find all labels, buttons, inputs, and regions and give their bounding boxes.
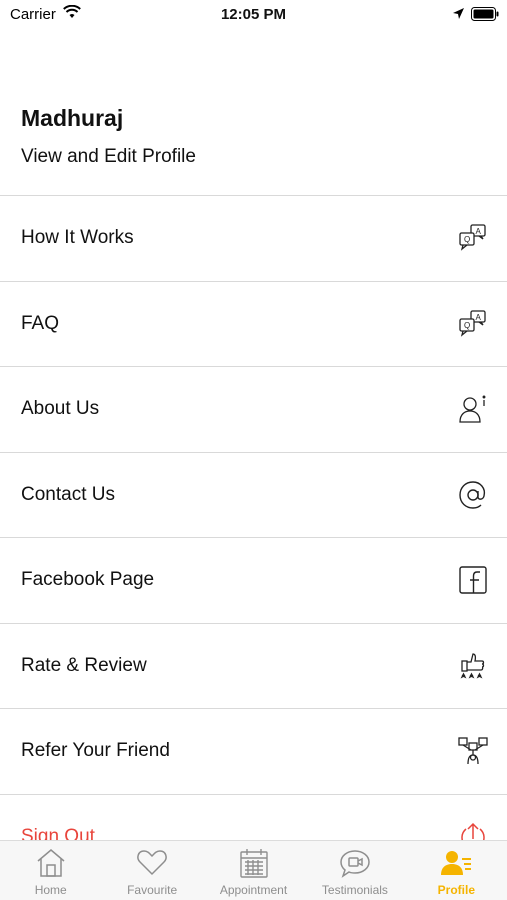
menu-item-label: Refer Your Friend bbox=[21, 740, 170, 762]
location-arrow-icon bbox=[452, 7, 465, 25]
menu-item-how-it-works[interactable]: How It Works AQ bbox=[0, 195, 507, 281]
tab-bar: Home Favourite Appointment Testimonials … bbox=[0, 840, 507, 900]
sign-out-icon bbox=[457, 821, 489, 841]
tab-label: Appointment bbox=[219, 883, 288, 897]
status-time: 12:05 PM bbox=[220, 6, 287, 23]
battery-icon bbox=[471, 7, 499, 26]
tab-favourite[interactable]: Favourite bbox=[101, 841, 202, 900]
svg-text:Q: Q bbox=[464, 321, 470, 330]
person-info-icon bbox=[457, 393, 489, 425]
calendar-icon bbox=[237, 847, 271, 879]
menu-item-refer-friend[interactable]: Refer Your Friend bbox=[0, 708, 507, 794]
menu-item-facebook-page[interactable]: Facebook Page bbox=[0, 537, 507, 623]
view-edit-profile-link[interactable]: View and Edit Profile bbox=[21, 146, 486, 168]
tab-label: Testimonials bbox=[321, 883, 388, 897]
profile-icon bbox=[439, 847, 473, 879]
menu-item-about-us[interactable]: About Us bbox=[0, 366, 507, 452]
at-sign-icon bbox=[457, 479, 489, 511]
svg-text:A: A bbox=[476, 227, 482, 236]
tab-label: Favourite bbox=[127, 883, 178, 897]
menu-item-label: FAQ bbox=[21, 312, 60, 334]
tab-appointment[interactable]: Appointment bbox=[203, 841, 304, 900]
menu-item-label: About Us bbox=[21, 398, 100, 420]
qa-chat-icon: AQ bbox=[457, 308, 489, 340]
menu-item-rate-review[interactable]: Rate & Review bbox=[0, 622, 507, 709]
heart-icon bbox=[135, 847, 169, 879]
svg-text:Q: Q bbox=[464, 235, 470, 244]
menu-item-contact-us[interactable]: Contact Us bbox=[0, 451, 507, 538]
menu-item-sign-out[interactable]: Sign Out bbox=[0, 793, 507, 842]
status-bar: Carrier 12:05 PM bbox=[0, 0, 507, 30]
menu-item-label: How It Works bbox=[21, 227, 134, 249]
tab-profile[interactable]: Profile bbox=[406, 841, 507, 900]
svg-text:A: A bbox=[476, 313, 482, 322]
tab-label: Home bbox=[34, 883, 67, 897]
menu-item-label: Rate & Review bbox=[21, 654, 147, 676]
home-icon bbox=[34, 847, 68, 879]
menu-item-label: Sign Out bbox=[21, 825, 95, 842]
profile-header: Madhuraj View and Edit Profile bbox=[21, 105, 486, 168]
share-network-icon bbox=[457, 735, 489, 767]
facebook-icon bbox=[457, 564, 489, 596]
menu-item-label: Contact Us bbox=[21, 483, 115, 505]
qa-chat-icon: AQ bbox=[457, 222, 489, 254]
menu-item-label: Facebook Page bbox=[21, 569, 155, 591]
video-chat-icon bbox=[338, 847, 372, 879]
thumbs-up-stars-icon bbox=[457, 650, 489, 682]
profile-name: Madhuraj bbox=[21, 105, 124, 131]
tab-home[interactable]: Home bbox=[0, 841, 101, 900]
menu-item-faq[interactable]: FAQ AQ bbox=[0, 280, 507, 367]
settings-menu: How It Works AQ FAQ AQ About Us Contact … bbox=[0, 195, 507, 841]
tab-label: Profile bbox=[437, 883, 475, 897]
tab-testimonials[interactable]: Testimonials bbox=[304, 841, 405, 900]
